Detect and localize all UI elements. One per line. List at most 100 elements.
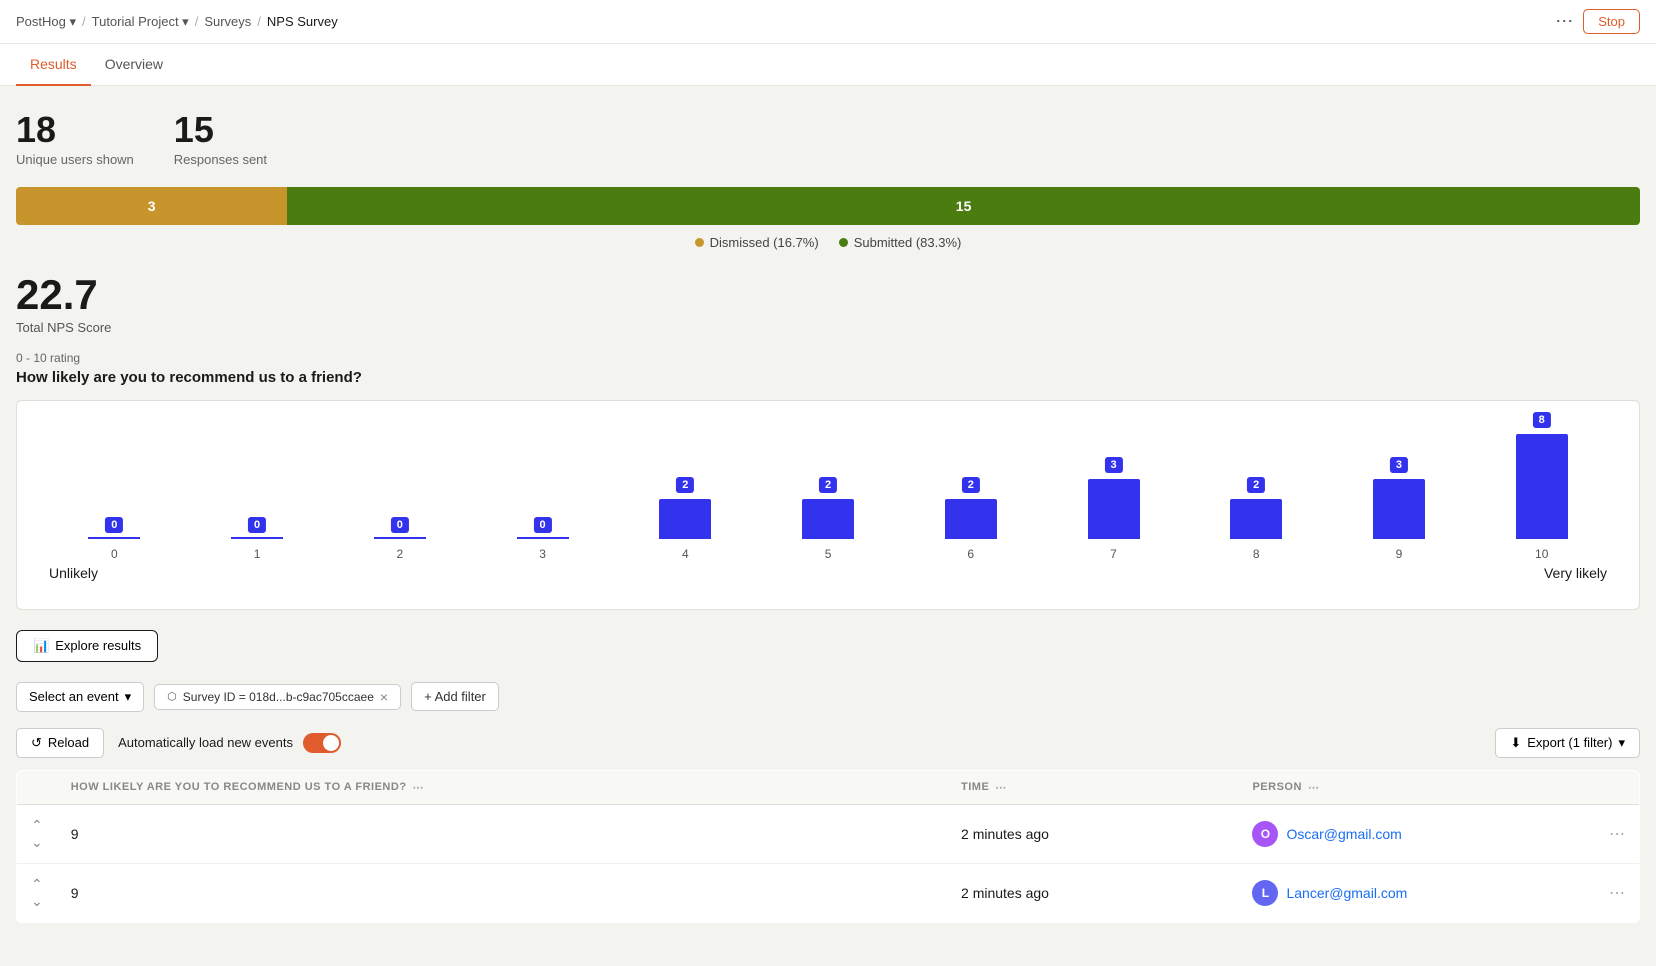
x-axis-label: 6 <box>967 547 974 561</box>
breadcrumb: PostHog ▾ / Tutorial Project ▾ / Surveys… <box>16 14 338 30</box>
explore-results-button[interactable]: 📊 Explore results <box>16 630 158 662</box>
chart-bar-group-1: 01 <box>186 419 329 561</box>
avatar: O <box>1252 821 1278 847</box>
nps-question: How likely are you to recommend us to a … <box>16 369 1640 386</box>
row-expand[interactable]: ⌃⌄ <box>17 804 57 863</box>
auto-load-switch[interactable] <box>303 733 341 753</box>
select-event-label: Select an event <box>29 689 119 704</box>
th-question-dots[interactable]: ⋯ <box>413 781 425 794</box>
expand-chevron-icon: ⌃⌄ <box>31 876 43 909</box>
export-chevron-icon: ▾ <box>1618 735 1625 751</box>
unique-users-number: 18 <box>16 110 134 150</box>
chart-bar-group-6: 26 <box>899 419 1042 561</box>
actions-left: ↺ Reload Automatically load new events <box>16 728 341 758</box>
x-axis-label: 7 <box>1110 547 1117 561</box>
filter-row: Select an event ▾ ⬡ Survey ID = 018d...b… <box>16 682 1640 712</box>
select-event-button[interactable]: Select an event ▾ <box>16 682 144 712</box>
th-person: PERSON ⋯ <box>1238 770 1595 804</box>
bar-value-label: 8 <box>1533 412 1551 428</box>
tab-results[interactable]: Results <box>16 44 91 86</box>
auto-load-toggle: Automatically load new events <box>118 733 341 753</box>
th-time-dots[interactable]: ⋯ <box>995 781 1007 794</box>
stats-row: 18 Unique users shown 15 Responses sent <box>16 110 1640 167</box>
bar-value-label: 0 <box>391 517 409 533</box>
export-button[interactable]: ⬇ Export (1 filter) ▾ <box>1495 728 1640 758</box>
row-expand[interactable]: ⌃⌄ <box>17 863 57 922</box>
row-actions[interactable]: ⋯ <box>1595 804 1640 863</box>
bar-value-label: 3 <box>1390 457 1408 473</box>
expand-chevron-icon: ⌃⌄ <box>31 817 43 850</box>
breadcrumb-surveys: Surveys <box>204 14 251 29</box>
th-time-label: TIME <box>961 781 989 793</box>
auto-load-label: Automatically load new events <box>118 735 293 750</box>
x-axis-label: 8 <box>1253 547 1260 561</box>
x-axis-label: 10 <box>1535 547 1548 561</box>
th-person-label: PERSON <box>1252 781 1301 793</box>
filter-icon: ⬡ <box>167 690 177 703</box>
row-time: 2 minutes ago <box>947 863 1238 922</box>
legend-submitted-label: Submitted (83.3%) <box>854 235 962 250</box>
legend-dismissed-label: Dismissed (16.7%) <box>710 235 819 250</box>
breadcrumb-project[interactable]: Tutorial Project ▾ <box>92 14 189 30</box>
x-axis-label: 4 <box>682 547 689 561</box>
reload-icon: ↺ <box>31 735 42 751</box>
legend-dismissed: Dismissed (16.7%) <box>695 235 819 250</box>
add-filter-button[interactable]: + Add filter <box>411 682 499 711</box>
reload-button[interactable]: ↺ Reload <box>16 728 104 758</box>
chevron-down-icon: ▾ <box>125 689 132 705</box>
nav-right: ⋯ Stop <box>1555 9 1640 34</box>
x-axis-label: 2 <box>396 547 403 561</box>
chart-bar-group-7: 37 <box>1042 419 1185 561</box>
chart-bar-group-4: 24 <box>614 419 757 561</box>
main-content: 18 Unique users shown 15 Responses sent … <box>0 86 1656 962</box>
bar-chart-icon: 📊 <box>33 638 49 654</box>
filter-tag-label: Survey ID = 018d...b-c9ac705ccaee <box>183 690 374 704</box>
table-row: ⌃⌄ 9 2 minutes ago L Lancer@gmail.com ⋯ <box>17 863 1640 922</box>
bar-value-label: 3 <box>1104 457 1122 473</box>
legend-submitted: Submitted (83.3%) <box>839 235 962 250</box>
bar-value-label: 0 <box>248 517 266 533</box>
chart-bar-group-10: 810 <box>1470 419 1613 561</box>
responses-label: Responses sent <box>174 152 267 167</box>
x-axis-label: 5 <box>825 547 832 561</box>
actions-row: ↺ Reload Automatically load new events ⬇… <box>16 728 1640 758</box>
row-actions[interactable]: ⋯ <box>1595 863 1640 922</box>
row-dots-button[interactable]: ⋯ <box>1609 826 1625 843</box>
progress-bar: 3 15 <box>16 187 1640 225</box>
nps-score: 22.7 <box>16 274 1640 316</box>
tabs-bar: Results Overview <box>0 44 1656 86</box>
row-value: 9 <box>57 804 947 863</box>
nav-dots-button[interactable]: ⋯ <box>1555 11 1573 32</box>
top-nav: PostHog ▾ / Tutorial Project ▾ / Surveys… <box>0 0 1656 44</box>
avatar: L <box>1252 880 1278 906</box>
stop-button[interactable]: Stop <box>1583 9 1640 34</box>
breadcrumb-posthog[interactable]: PostHog ▾ <box>16 14 76 30</box>
row-person: O Oscar@gmail.com <box>1238 804 1595 863</box>
person-email[interactable]: Lancer@gmail.com <box>1286 885 1407 901</box>
survey-id-filter-tag: ⬡ Survey ID = 018d...b-c9ac705ccaee × <box>154 684 401 710</box>
stat-unique-users: 18 Unique users shown <box>16 110 134 167</box>
rating-range-label: 0 - 10 rating <box>16 351 1640 365</box>
chart-bar-group-0: 00 <box>43 419 186 561</box>
th-person-dots[interactable]: ⋯ <box>1308 781 1320 794</box>
row-dots-button[interactable]: ⋯ <box>1609 885 1625 902</box>
chart-bars: 00010203242526372839810 <box>33 421 1623 561</box>
th-question-label: HOW LIKELY ARE YOU TO RECOMMEND US TO A … <box>71 781 407 793</box>
x-axis-label: 3 <box>539 547 546 561</box>
chart-bar-group-3: 03 <box>471 419 614 561</box>
bar-value-label: 0 <box>105 517 123 533</box>
axis-unlikely-label: Unlikely <box>49 565 98 581</box>
export-label: Export (1 filter) <box>1527 735 1612 750</box>
bar-value-label: 2 <box>676 477 694 493</box>
th-question: HOW LIKELY ARE YOU TO RECOMMEND US TO A … <box>57 770 947 804</box>
x-axis-label: 1 <box>254 547 261 561</box>
nps-chart: 00010203242526372839810 Unlikely Very li… <box>16 400 1640 610</box>
x-axis-label: 9 <box>1396 547 1403 561</box>
th-row-actions <box>1595 770 1640 804</box>
table-header-row: HOW LIKELY ARE YOU TO RECOMMEND US TO A … <box>17 770 1640 804</box>
filter-remove-button[interactable]: × <box>380 690 388 704</box>
breadcrumb-current: NPS Survey <box>267 14 338 29</box>
responses-number: 15 <box>174 110 267 150</box>
person-email[interactable]: Oscar@gmail.com <box>1286 826 1401 842</box>
tab-overview[interactable]: Overview <box>91 44 177 86</box>
